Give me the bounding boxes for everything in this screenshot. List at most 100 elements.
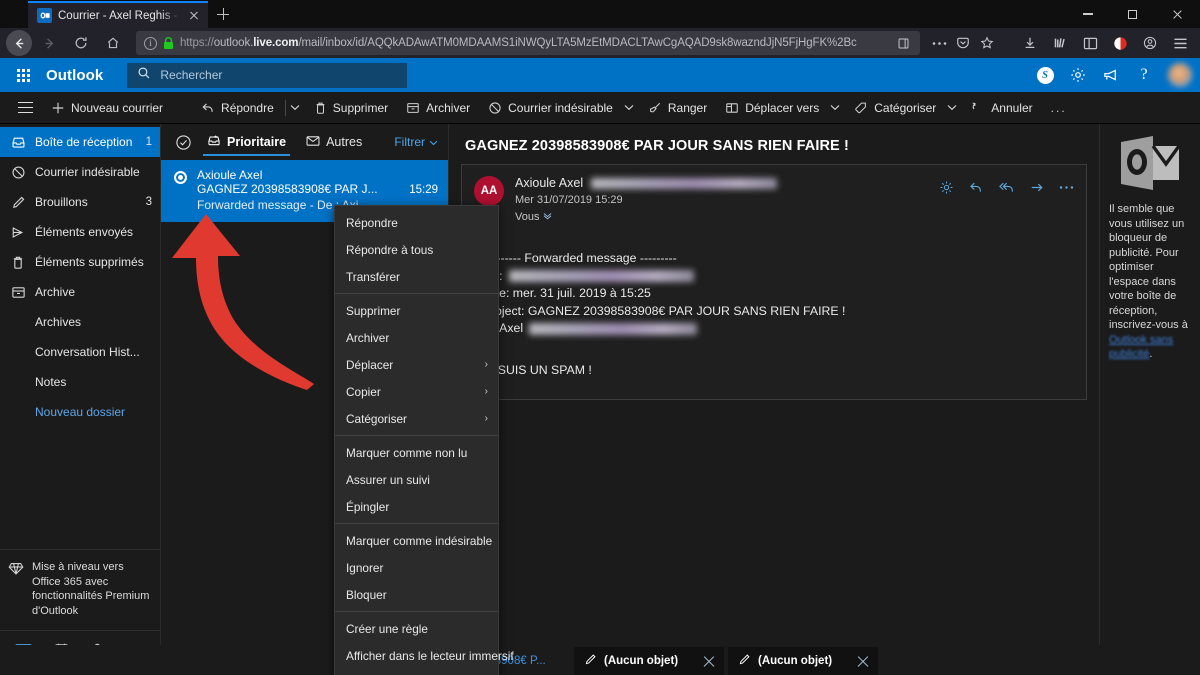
search-input[interactable]: Rechercher <box>127 62 408 88</box>
context-menu-item-immersive-reader[interactable]: Afficher dans le lecteur immersif <box>335 642 514 669</box>
close-icon[interactable] <box>856 654 870 668</box>
more-icon[interactable] <box>1059 185 1074 190</box>
avatar[interactable] <box>1168 63 1192 87</box>
annotation-arrow-icon <box>172 214 314 390</box>
account-icon[interactable] <box>1136 30 1164 56</box>
compose-tab[interactable]: (Aucun objet) <box>574 647 724 675</box>
reply-icon[interactable] <box>968 180 984 195</box>
close-button[interactable] <box>1155 0 1200 28</box>
app-launcher-icon[interactable] <box>6 58 40 92</box>
sidebar-item-archives[interactable]: Archives <box>0 307 160 337</box>
sidebar-item-inbox[interactable]: Boîte de réception 1 <box>0 127 160 157</box>
app-menu-icon[interactable] <box>1166 30 1194 56</box>
forward-icon[interactable] <box>34 30 64 56</box>
reply-all-icon[interactable] <box>998 180 1015 195</box>
pocket-icon[interactable] <box>952 30 974 56</box>
more-commands-button[interactable]: ... <box>1042 92 1076 124</box>
reply-chevron-down-icon[interactable] <box>288 92 305 124</box>
help-icon[interactable]: ? <box>1129 58 1159 92</box>
close-icon[interactable] <box>186 8 202 24</box>
recipients-row[interactable]: Vous <box>515 211 928 223</box>
sidebar-item-notes[interactable]: Notes <box>0 367 160 397</box>
context-menu-item-mark-unread[interactable]: Marquer comme non lu <box>335 439 498 466</box>
new-tab-button[interactable] <box>208 1 238 28</box>
close-icon[interactable] <box>702 654 716 668</box>
sidebar-item-drafts[interactable]: Brouillons 3 <box>0 187 160 217</box>
downloads-icon[interactable] <box>1016 30 1044 56</box>
context-menu-item-archive[interactable]: Archiver <box>335 324 498 351</box>
context-menu-item-ignore[interactable]: Ignorer <box>335 554 498 581</box>
context-menu-item-forward[interactable]: Transférer <box>335 263 498 290</box>
undo-button[interactable]: Annuler <box>962 92 1041 124</box>
sender-name[interactable]: Axioule Axel <box>515 176 583 190</box>
skype-icon[interactable]: S <box>1030 58 1060 92</box>
reader-view-icon[interactable] <box>894 30 912 56</box>
context-menu-item-mark-junk[interactable]: Marquer comme indésirable <box>335 527 498 554</box>
menu-toggle-icon[interactable] <box>8 92 42 124</box>
check-circle-icon[interactable] <box>169 134 197 151</box>
settings-gear-icon[interactable] <box>1063 58 1093 92</box>
bookmark-star-icon[interactable] <box>976 30 998 56</box>
new-mail-button[interactable]: Nouveau courrier <box>42 92 172 124</box>
context-menu-item-copy[interactable]: Copier › <box>335 378 498 405</box>
highlight-icon[interactable] <box>939 180 954 195</box>
reply-button[interactable]: Répondre <box>192 92 283 124</box>
compose-tab[interactable]: (Aucun objet) <box>728 647 878 675</box>
filter-button[interactable]: Filtrer <box>394 135 438 149</box>
library-icon[interactable] <box>1046 30 1074 56</box>
back-icon[interactable] <box>6 30 32 56</box>
url-bar[interactable]: i https://outlook.live.com/mail/inbox/id… <box>136 31 920 55</box>
context-menu-item-delete[interactable]: Supprimer <box>335 297 498 324</box>
categorize-chevron-down-icon[interactable] <box>945 92 962 124</box>
ad-rail: Il semble que vous utilisez un bloqueur … <box>1099 124 1200 668</box>
sidebar-item-junk[interactable]: Courrier indésirable <box>0 157 160 187</box>
menu-item-label: Déplacer <box>346 357 394 372</box>
inbox-icon <box>11 135 35 150</box>
unread-indicator[interactable] <box>169 168 191 214</box>
browser-navbar: i https://outlook.live.com/mail/inbox/id… <box>0 28 1200 58</box>
search-placeholder: Rechercher <box>160 68 223 82</box>
megaphone-icon[interactable] <box>1096 58 1126 92</box>
context-menu-item-move[interactable]: Déplacer › <box>335 351 498 378</box>
page-info-icon[interactable]: i <box>144 36 157 50</box>
context-menu-item-create-rule[interactable]: Créer une règle <box>335 615 498 642</box>
sidebar-item-conversation-history[interactable]: Conversation Hist... <box>0 337 160 367</box>
sidebar-item-sent[interactable]: Éléments envoyés <box>0 217 160 247</box>
tab-focused[interactable]: Prioritaire <box>197 124 296 160</box>
forwarded-header: ---------- Forwarded message --------- <box>480 251 677 265</box>
sidebar-item-deleted[interactable]: Éléments supprimés <box>0 247 160 277</box>
context-menu-item-pin[interactable]: Épingler <box>335 493 498 520</box>
context-menu-item-reply-all[interactable]: Répondre à tous <box>335 236 498 263</box>
outlook-brand[interactable]: Outlook <box>46 67 103 84</box>
context-menu-item-categorize[interactable]: Catégoriser › <box>335 405 498 432</box>
junk-chevron-down-icon[interactable] <box>622 92 639 124</box>
minimize-button[interactable] <box>1065 0 1110 28</box>
forward-icon[interactable] <box>1029 180 1045 195</box>
tab-other[interactable]: Autres <box>296 124 372 160</box>
premium-upsell[interactable]: Mise à niveau vers Office 365 avec fonct… <box>0 549 160 630</box>
move-to-button[interactable]: Déplacer vers <box>716 92 828 124</box>
reload-icon[interactable] <box>66 30 96 56</box>
move-chevron-down-icon[interactable] <box>828 92 845 124</box>
context-menu-item-reply[interactable]: Répondre <box>335 209 498 236</box>
context-menu-item-open-new-tab[interactable]: Ouvrir dans un nouvel onglet <box>335 669 498 675</box>
message-meta: Axioule Axel Mer 31/07/2019 15:29 Vous <box>515 176 928 223</box>
sidebar-item-archive[interactable]: Archive <box>0 277 160 307</box>
home-icon[interactable] <box>98 30 128 56</box>
page-actions-icon[interactable] <box>928 30 950 56</box>
compose-tab-label: (Aucun objet) <box>604 655 679 667</box>
context-menu-item-block[interactable]: Bloquer <box>335 581 498 608</box>
archive-button[interactable]: Archiver <box>397 92 479 124</box>
browser-tab[interactable]: Courrier - Axel Reghis - Outlook <box>28 1 208 28</box>
maximize-button[interactable] <box>1110 0 1155 28</box>
sweep-button[interactable]: Ranger <box>639 92 716 124</box>
categorize-button[interactable]: Catégoriser <box>845 92 945 124</box>
junk-button[interactable]: Courrier indésirable <box>479 92 622 124</box>
context-menu-item-follow-up[interactable]: Assurer un suivi <box>335 466 498 493</box>
new-folder-button[interactable]: Nouveau dossier <box>0 397 160 427</box>
adblock-link[interactable]: Outlook sans publicité <box>1109 334 1173 361</box>
delete-button[interactable]: Supprimer <box>305 92 397 124</box>
sidebar-icon[interactable] <box>1076 30 1104 56</box>
reading-pane: GAGNEZ 20398583908€ PAR JOUR SANS RIEN F… <box>449 124 1099 668</box>
shield-icon[interactable] <box>1106 30 1134 56</box>
